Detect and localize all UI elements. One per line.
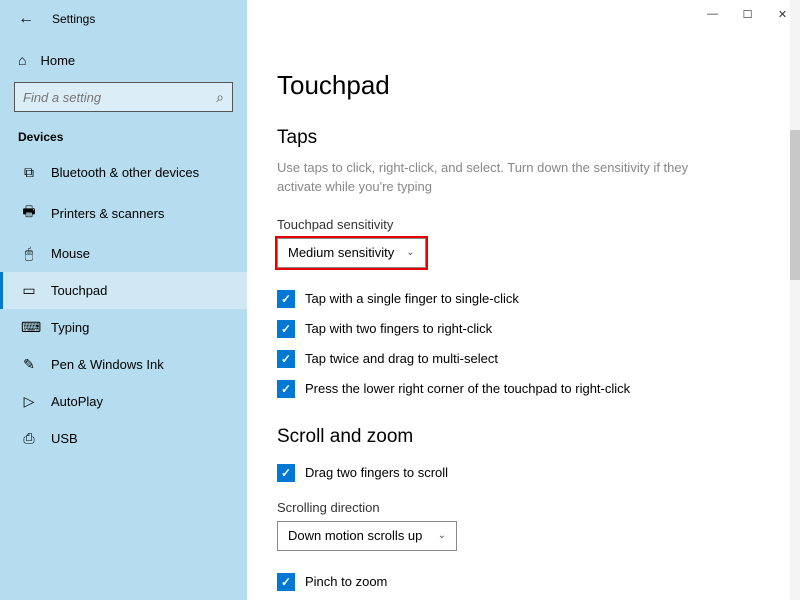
checkbox-icon[interactable]: ✓ bbox=[277, 290, 295, 308]
autoplay-icon: ▷ bbox=[21, 393, 37, 410]
sidebar-item-autoplay[interactable]: ▷ AutoPlay bbox=[0, 383, 247, 420]
check-two-finger-scroll[interactable]: ✓ Drag two fingers to scroll bbox=[277, 464, 770, 482]
sidebar-item-touchpad[interactable]: ▭ Touchpad bbox=[0, 272, 247, 309]
check-single-tap[interactable]: ✓ Tap with a single finger to single-cli… bbox=[277, 290, 770, 308]
sidebar-item-label: Typing bbox=[51, 320, 89, 335]
sidebar-item-label: USB bbox=[51, 431, 78, 446]
mouse-icon: 🖱 bbox=[21, 245, 37, 262]
search-input[interactable] bbox=[23, 90, 193, 105]
sidebar-item-label: Mouse bbox=[51, 246, 90, 261]
scroll-heading: Scroll and zoom bbox=[277, 426, 770, 448]
minimize-button[interactable]: — bbox=[695, 0, 730, 28]
sidebar-item-label: Pen & Windows Ink bbox=[51, 357, 164, 372]
usb-icon: ⎙ bbox=[21, 430, 37, 447]
bluetooth-icon: ⧉ bbox=[21, 164, 37, 181]
checkbox-icon[interactable]: ✓ bbox=[277, 464, 295, 482]
sidebar-item-label: Touchpad bbox=[51, 283, 107, 298]
keyboard-icon: ⌨ bbox=[21, 319, 37, 336]
search-input-wrap[interactable]: ⌕ bbox=[14, 82, 233, 112]
check-label: Tap with two fingers to right-click bbox=[305, 321, 492, 336]
sidebar-item-label: Printers & scanners bbox=[51, 206, 164, 221]
sidebar-item-printers[interactable]: 🖶 Printers & scanners bbox=[0, 191, 247, 235]
home-nav[interactable]: ⌂ Home bbox=[0, 44, 247, 82]
sidebar-item-pen[interactable]: ✎ Pen & Windows Ink bbox=[0, 346, 247, 383]
checkbox-icon[interactable]: ✓ bbox=[277, 350, 295, 368]
home-label: Home bbox=[40, 53, 75, 68]
scroll-direction-label: Scrolling direction bbox=[277, 500, 770, 515]
check-label: Drag two fingers to scroll bbox=[305, 465, 448, 480]
check-corner-rightclick[interactable]: ✓ Press the lower right corner of the to… bbox=[277, 380, 770, 398]
maximize-button[interactable]: ☐ bbox=[730, 0, 765, 28]
check-tap-drag[interactable]: ✓ Tap twice and drag to multi-select bbox=[277, 350, 770, 368]
sidebar-section-header: Devices bbox=[0, 130, 247, 154]
check-label: Press the lower right corner of the touc… bbox=[305, 381, 630, 396]
sidebar-item-typing[interactable]: ⌨ Typing bbox=[0, 309, 247, 346]
check-label: Pinch to zoom bbox=[305, 574, 387, 589]
taps-heading: Taps bbox=[277, 127, 770, 149]
back-icon[interactable]: ← bbox=[18, 10, 34, 28]
sidebar-item-bluetooth[interactable]: ⧉ Bluetooth & other devices bbox=[0, 154, 247, 191]
checkbox-icon[interactable]: ✓ bbox=[277, 320, 295, 338]
search-icon: ⌕ bbox=[216, 89, 224, 106]
chevron-down-icon: ⌄ bbox=[406, 247, 414, 258]
check-pinch-zoom[interactable]: ✓ Pinch to zoom bbox=[277, 573, 770, 591]
sensitivity-label: Touchpad sensitivity bbox=[277, 217, 770, 232]
checkbox-icon[interactable]: ✓ bbox=[277, 380, 295, 398]
taps-description: Use taps to click, right-click, and sele… bbox=[277, 159, 697, 197]
checkbox-icon[interactable]: ✓ bbox=[277, 573, 295, 591]
home-icon: ⌂ bbox=[18, 52, 26, 68]
sensitivity-value: Medium sensitivity bbox=[288, 245, 394, 260]
scrollbar-thumb[interactable] bbox=[790, 130, 800, 280]
sidebar: ← Settings ⌂ Home ⌕ Devices ⧉ Bluetooth … bbox=[0, 0, 247, 600]
touchpad-icon: ▭ bbox=[21, 282, 37, 299]
sidebar-item-label: Bluetooth & other devices bbox=[51, 165, 199, 180]
app-title: Settings bbox=[52, 12, 95, 26]
chevron-down-icon: ⌄ bbox=[438, 530, 446, 541]
sidebar-item-mouse[interactable]: 🖱 Mouse bbox=[0, 235, 247, 272]
scroll-direction-value: Down motion scrolls up bbox=[288, 528, 422, 543]
scroll-direction-dropdown[interactable]: Down motion scrolls up ⌄ bbox=[277, 521, 457, 551]
printer-icon: 🖶 bbox=[21, 201, 37, 225]
main-content: — ☐ ✕ Touchpad Taps Use taps to click, r… bbox=[247, 0, 800, 600]
pen-icon: ✎ bbox=[21, 356, 37, 373]
sidebar-item-label: AutoPlay bbox=[51, 394, 103, 409]
sensitivity-dropdown[interactable]: Medium sensitivity ⌄ bbox=[277, 238, 426, 268]
scrollbar-track[interactable] bbox=[790, 0, 800, 600]
page-title: Touchpad bbox=[277, 70, 770, 101]
check-two-finger-tap[interactable]: ✓ Tap with two fingers to right-click bbox=[277, 320, 770, 338]
check-label: Tap twice and drag to multi-select bbox=[305, 351, 498, 366]
sidebar-item-usb[interactable]: ⎙ USB bbox=[0, 420, 247, 457]
check-label: Tap with a single finger to single-click bbox=[305, 291, 519, 306]
